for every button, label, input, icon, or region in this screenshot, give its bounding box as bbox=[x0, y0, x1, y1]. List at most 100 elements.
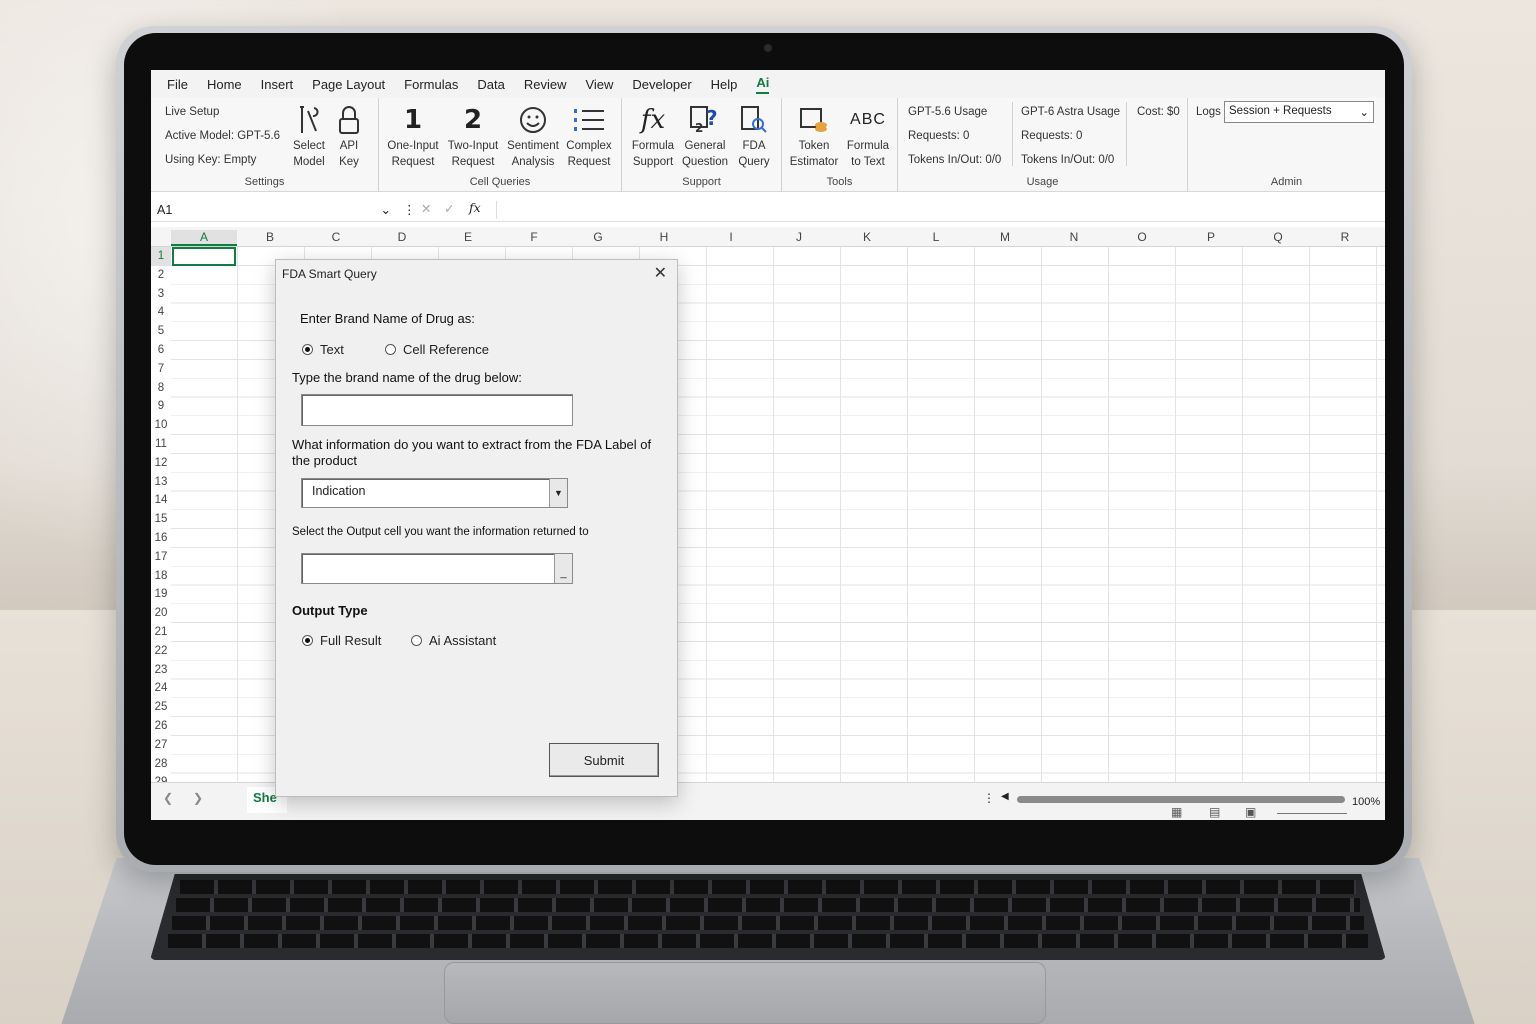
output-cell-label: Select the Output cell you want the info… bbox=[292, 526, 589, 538]
row-header[interactable]: 10 bbox=[151, 416, 171, 435]
radio-full-result[interactable]: Full Result bbox=[302, 633, 381, 648]
col-header[interactable]: K bbox=[833, 230, 901, 244]
row-header[interactable]: 21 bbox=[151, 623, 171, 642]
next-sheet-icon[interactable]: ❯ bbox=[193, 791, 203, 805]
col-header[interactable]: C bbox=[303, 230, 369, 244]
group-settings: Live Setup Active Model: GPT-5.6 Using K… bbox=[151, 98, 379, 192]
col-header[interactable]: Q bbox=[1244, 230, 1312, 244]
active-cell[interactable] bbox=[172, 247, 236, 266]
row-header[interactable]: 6 bbox=[151, 341, 171, 360]
row-header[interactable]: 15 bbox=[151, 510, 171, 529]
cancel-icon[interactable]: ✕ bbox=[421, 201, 431, 216]
row-header[interactable]: 8 bbox=[151, 379, 171, 398]
row-header[interactable]: 27 bbox=[151, 736, 171, 755]
insert-function-icon[interactable]: fx bbox=[469, 200, 481, 215]
number-two-icon: 2 bbox=[463, 105, 483, 135]
horizontal-scrollbar[interactable] bbox=[1017, 796, 1345, 803]
col-header[interactable]: F bbox=[501, 230, 567, 244]
col-header[interactable]: H bbox=[631, 230, 697, 244]
col-header[interactable]: E bbox=[435, 230, 501, 244]
radio-text[interactable]: Text bbox=[302, 342, 344, 357]
page-layout-icon[interactable]: ▤ bbox=[1209, 805, 1220, 819]
logs-select[interactable]: Session + Requests ⌄ bbox=[1224, 101, 1374, 123]
confirm-icon[interactable]: ✓ bbox=[444, 201, 454, 216]
row-header[interactable]: 11 bbox=[151, 435, 171, 454]
name-box[interactable]: A1 ⌄ bbox=[157, 203, 391, 217]
col-header[interactable]: P bbox=[1177, 230, 1245, 244]
menu-data[interactable]: Data bbox=[477, 77, 504, 92]
normal-view-icon[interactable]: ▦ bbox=[1171, 805, 1182, 819]
col-header[interactable]: G bbox=[565, 230, 631, 244]
row-header[interactable]: 24 bbox=[151, 679, 171, 698]
col-header[interactable]: R bbox=[1311, 230, 1379, 244]
radio-cell-reference[interactable]: Cell Reference bbox=[385, 342, 489, 357]
token-estimator-button[interactable]: Token Estimator bbox=[784, 102, 844, 170]
row-header[interactable]: 12 bbox=[151, 454, 171, 473]
output-cell-input[interactable]: _ bbox=[301, 553, 573, 584]
row-header[interactable]: 25 bbox=[151, 698, 171, 717]
row-header[interactable]: 13 bbox=[151, 473, 171, 492]
col-header[interactable]: O bbox=[1108, 230, 1176, 244]
row-header[interactable]: 16 bbox=[151, 529, 171, 548]
menu-file[interactable]: File bbox=[167, 77, 188, 92]
menu-review[interactable]: Review bbox=[524, 77, 567, 92]
dropdown-arrow-icon: ▼ bbox=[549, 479, 567, 507]
menu-home[interactable]: Home bbox=[207, 77, 242, 92]
col-header[interactable]: M bbox=[971, 230, 1039, 244]
col-header[interactable]: J bbox=[765, 230, 833, 244]
row-header[interactable]: 26 bbox=[151, 717, 171, 736]
zoom-level[interactable]: 100% bbox=[1352, 796, 1380, 808]
two-input-request-button[interactable]: 2 Two-Input Request bbox=[443, 102, 503, 170]
complex-request-button[interactable]: Complex Request bbox=[559, 102, 619, 170]
row-header[interactable]: 1 bbox=[151, 247, 171, 266]
col-header[interactable]: D bbox=[369, 230, 435, 244]
api-key-button[interactable]: API Key bbox=[323, 102, 375, 170]
col-header[interactable]: I bbox=[697, 230, 765, 244]
menu-developer[interactable]: Developer bbox=[632, 77, 691, 92]
col-header[interactable]: B bbox=[237, 230, 303, 244]
row-header[interactable]: 2 bbox=[151, 266, 171, 285]
menu-help[interactable]: Help bbox=[711, 77, 738, 92]
close-icon[interactable]: ✕ bbox=[654, 263, 667, 283]
row-header[interactable]: 23 bbox=[151, 661, 171, 680]
one-input-label-1: One-Input bbox=[387, 140, 439, 152]
menu-formulas[interactable]: Formulas bbox=[404, 77, 458, 92]
row-header[interactable]: 7 bbox=[151, 360, 171, 379]
row-header[interactable]: 18 bbox=[151, 567, 171, 586]
page-break-icon[interactable]: ▣ bbox=[1245, 805, 1256, 819]
row-header[interactable]: 4 bbox=[151, 303, 171, 322]
formula-support-button[interactable]: fx Formula Support bbox=[624, 102, 682, 170]
row-header[interactable]: 17 bbox=[151, 548, 171, 567]
more-options-icon[interactable]: ⋮ bbox=[403, 202, 416, 217]
row-header[interactable]: 28 bbox=[151, 755, 171, 774]
row-header[interactable]: 3 bbox=[151, 285, 171, 304]
prev-sheet-icon[interactable]: ❮ bbox=[163, 791, 173, 805]
submit-button[interactable]: Submit bbox=[549, 743, 659, 777]
col-header[interactable]: A bbox=[171, 230, 237, 246]
menu-page-layout[interactable]: Page Layout bbox=[312, 77, 385, 92]
row-header[interactable]: 19 bbox=[151, 585, 171, 604]
zoom-slider[interactable] bbox=[1277, 813, 1347, 814]
info-select[interactable]: Indication ▼ bbox=[301, 478, 568, 508]
more-options-icon[interactable]: ⋮ bbox=[983, 791, 995, 805]
row-header[interactable]: 9 bbox=[151, 397, 171, 416]
col-header[interactable]: L bbox=[902, 230, 970, 244]
radio-ai-assistant[interactable]: Ai Assistant bbox=[411, 633, 496, 648]
fda-query-button[interactable]: FDA Query bbox=[726, 102, 782, 170]
menu-view[interactable]: View bbox=[585, 77, 613, 92]
row-header[interactable]: 14 bbox=[151, 491, 171, 510]
row-header[interactable]: 5 bbox=[151, 322, 171, 341]
live-setup-text[interactable]: Live Setup bbox=[165, 106, 219, 118]
formula-input[interactable] bbox=[496, 201, 1385, 219]
row-header[interactable]: 20 bbox=[151, 604, 171, 623]
menu-insert[interactable]: Insert bbox=[261, 77, 294, 92]
formula-to-text-button[interactable]: ABC Formula to Text bbox=[838, 102, 898, 170]
row-header[interactable]: 22 bbox=[151, 642, 171, 661]
one-input-request-button[interactable]: 1 One-Input Request bbox=[383, 102, 443, 170]
menu-ai[interactable]: Ai bbox=[756, 75, 770, 94]
scroll-left-icon[interactable]: ◀ bbox=[1001, 791, 1009, 802]
brand-name-input[interactable] bbox=[301, 394, 573, 426]
range-select-icon[interactable]: _ bbox=[554, 554, 572, 583]
col-header[interactable]: N bbox=[1040, 230, 1108, 244]
sentiment-analysis-button[interactable]: Sentiment Analysis bbox=[503, 102, 563, 170]
